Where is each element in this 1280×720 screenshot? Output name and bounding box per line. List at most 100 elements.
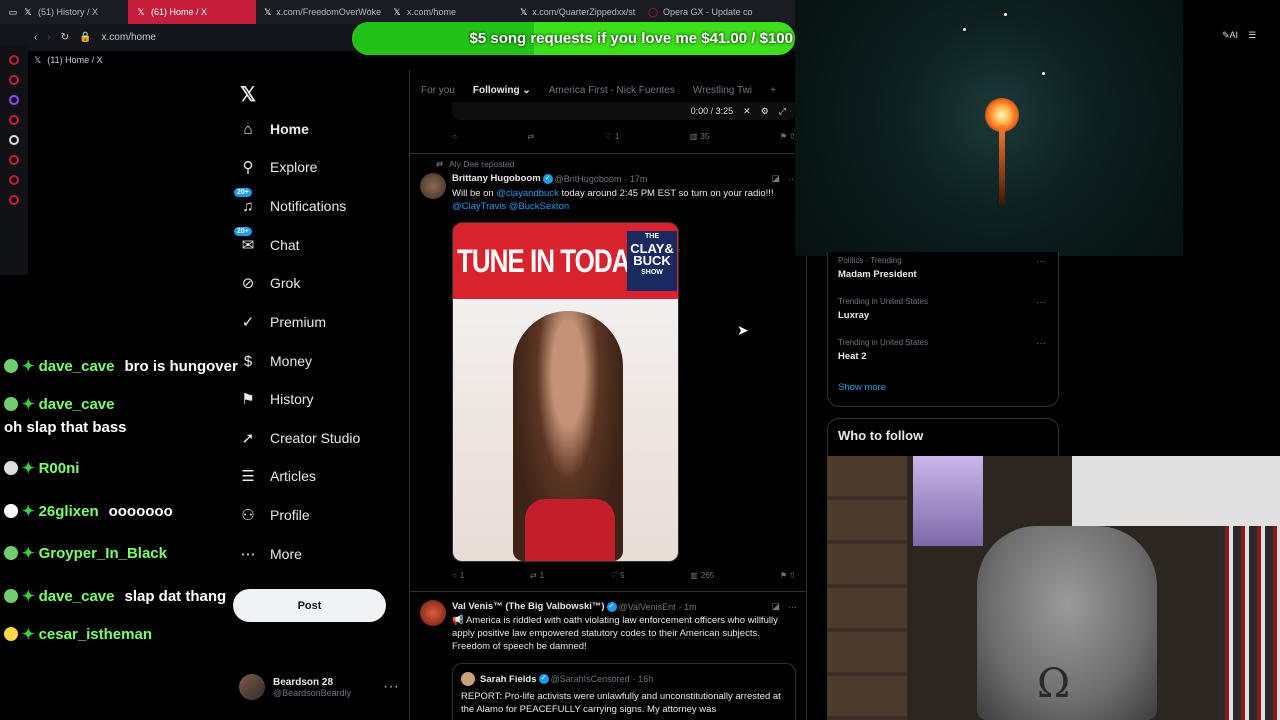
browser-tab[interactable]: 𝕏x.com/QuarterZippedxx/st [512,0,640,24]
tab-list-wrestling[interactable]: Wrestling Twi [693,85,752,96]
browser-tab-active[interactable]: 𝕏 (61) Home / X [128,0,256,24]
browser-tab[interactable]: ▭ 𝕏 (51) History / X [0,0,128,24]
mute-icon[interactable]: ✕ [743,106,751,117]
back-icon[interactable]: ‹ [34,32,37,43]
rocket-icon: ➚ [241,430,255,447]
nav-item-more[interactable]: ⋯ More [240,546,302,563]
tweet-image[interactable]: TUNE IN TODAY THE CLAY& BUCK SHOW [452,222,679,562]
like-button[interactable]: ♡ 5 [610,571,625,580]
add-tab-icon[interactable]: + [770,85,776,96]
nav-item-explore[interactable]: ⚲ Explore [240,159,318,176]
nav-item-creator-studio[interactable]: ➚ Creator Studio [240,430,361,447]
history-icon[interactable] [9,175,19,185]
author-handle[interactable]: @BritHugoboom [555,174,622,184]
reply-icon[interactable]: ○ [452,132,457,141]
nav-item-articles[interactable]: ☰ Articles [240,468,316,485]
nav-item-notifications[interactable]: ♫ 20+ Notifications [234,188,347,215]
author-name[interactable]: Brittany Hugoboom [452,173,541,184]
quoted-tweet[interactable]: Sarah Fields ✓ @SarahIsCensored · 16h RE… [452,663,796,720]
browser-tab[interactable]: ◯ Opera GX - Update co [640,0,768,24]
instagram-icon[interactable] [9,75,19,85]
more-icon[interactable]: ··· [1036,338,1046,349]
more-icon[interactable]: ··· [788,602,797,612]
x-logo-icon[interactable]: 𝕏 [240,82,256,107]
chat-username: 26glixen [38,502,99,520]
show-more-link[interactable]: Show more [838,382,886,393]
avatar[interactable] [420,173,446,199]
messenger-icon[interactable] [9,55,19,65]
browser-tab[interactable]: 𝕏x.com/home [384,0,512,24]
avatar[interactable] [420,600,446,626]
nav-item-chat[interactable]: ✉ 20+ Chat [234,227,300,254]
money-icon: $ [243,352,253,370]
tweet-header: Brittany Hugoboom ✓ @BritHugoboom · 17m … [452,173,797,184]
browser-tab[interactable]: 𝕏x.com/FreedomOverWoke [256,0,384,24]
more-icon[interactable]: ··· [383,678,399,696]
nav-item-history[interactable]: ⚑ History [240,391,313,408]
fullscreen-icon[interactable]: ⤢ [779,106,786,117]
author-name[interactable]: Val Venis™ (The Big Valbowski™) [452,601,605,612]
subscriber-badge-icon: ✦ [22,626,35,643]
more-icon[interactable]: ··· [1036,297,1046,308]
user-emote-icon [4,546,18,560]
ai-button[interactable]: ✎AI [1222,30,1238,41]
quote-text: REPORT: Pro-life activists were unlawful… [461,691,781,715]
tweet-text: Will be on @clayandbuck today around 2:4… [452,188,774,212]
trend-item[interactable]: Trending in United States Heat 2 [838,338,928,362]
bookmark-icon[interactable]: ⚑ ⇧ [780,571,796,580]
twitch-icon[interactable] [9,95,19,105]
page-tab[interactable]: 𝕏 (11) Home / X [28,51,408,69]
repost-button[interactable]: ⇄ 1 [530,571,544,580]
trend-title: Heat 2 [838,351,867,362]
mention-link[interactable]: @clayandbuck [496,188,558,199]
nav-item-home[interactable]: ⌂ Home [240,121,308,138]
menu-icon[interactable]: ☰ [1248,30,1256,41]
grok-icon[interactable]: ◪ [771,173,780,184]
nav-label: Notifications [270,198,347,214]
views-button[interactable]: ▥ 35 [690,132,709,141]
mention-link[interactable]: @ClayTravis @BuckSexton [452,201,569,212]
nav-item-profile[interactable]: ⚇ Profile [240,507,309,524]
banner-text: TUNE IN TODAY [457,241,644,280]
tweet-time[interactable]: · 1m [679,602,697,612]
subscriber-badge-icon: ✦ [22,588,35,605]
settings-icon[interactable] [9,155,19,165]
url-field[interactable]: x.com/home [102,32,156,43]
user-emote-icon [4,461,18,475]
video-player[interactable]: 0:00 / 3:25 ✕ ⚙ ⤢ [452,102,796,120]
tweet-time[interactable]: · 17m [624,174,647,184]
tab-for-you[interactable]: For you [421,85,455,96]
grok-icon[interactable]: ◪ [771,601,780,612]
trend-item[interactable]: Politics · Trending Madam President [838,256,917,280]
bookmark-icon[interactable]: ⚑ ⇧ [780,132,796,141]
nav-label: More [270,546,302,562]
forward-icon[interactable]: › [47,32,50,43]
nav-item-premium[interactable]: ✓ Premium [240,314,326,331]
x-icon[interactable] [9,135,19,145]
more-icon[interactable]: ··· [1036,256,1046,267]
nav-item-grok[interactable]: ⊘ Grok [240,275,301,292]
game-shelf [1217,526,1280,720]
avatar [461,672,475,686]
lock-icon: 🔒 [79,32,92,43]
views-button[interactable]: ▥ 265 [690,571,714,580]
extension-icon[interactable] [9,195,19,205]
reload-icon[interactable]: ↻ [61,32,69,43]
blank-page-icon: 𝕏 [393,6,401,17]
trend-item[interactable]: Trending in United States Luxray [838,297,928,321]
nav-item-money[interactable]: $ Money [240,352,312,370]
player-icon[interactable] [9,115,19,125]
user-emote-icon [4,627,18,641]
chat-message: ✦ Groyper_In_Black [4,544,177,562]
tab-following[interactable]: Following ⌄ [473,85,531,96]
repost-icon[interactable]: ⇄ [527,132,534,141]
tab-list-america-first[interactable]: America First - Nick Fuentes [549,85,675,96]
settings-icon[interactable]: ⚙ [761,106,769,117]
like-button[interactable]: ♡ 1 [605,132,620,141]
account-switcher[interactable]: Beardson 28 @BeardsonBeardly ··· [239,672,399,702]
post-button[interactable]: Post [233,589,386,622]
author-handle[interactable]: @ValVenisEnt [619,602,676,612]
chat-username: dave_cave [38,395,115,413]
reply-button[interactable]: ○ 1 [452,571,464,580]
chat-message: ✦ dave_cave slap dat thang [4,587,226,605]
